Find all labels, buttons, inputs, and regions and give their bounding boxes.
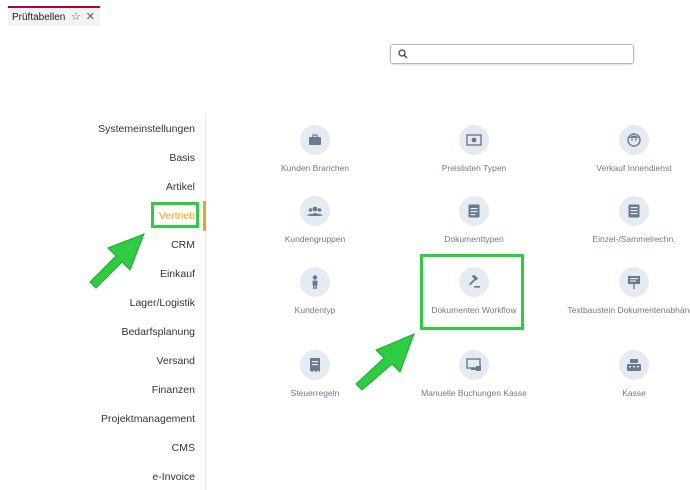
search-input[interactable]: [413, 46, 632, 64]
tile-kasse[interactable]: Kasse: [559, 350, 690, 399]
tile-dokumenttypen[interactable]: Dokumenttypen: [399, 196, 549, 245]
sidebar-item-einkauf[interactable]: Einkauf: [160, 264, 195, 284]
cash-register-icon: [619, 350, 649, 380]
sidebar-item-cms[interactable]: CMS: [172, 438, 195, 458]
tile-label: Manuelle Buchungen Kasse: [421, 388, 527, 398]
sidebar-item-lager-logistik[interactable]: Lager/Logistik: [130, 293, 195, 313]
arrow-annotation-icon: [355, 333, 415, 391]
tile-kundentyp[interactable]: Kundentyp: [240, 267, 390, 316]
face-icon: [619, 125, 649, 155]
highlight-box-vertrieb: [151, 202, 199, 228]
tile-label: Einzel-/Sammelrechn.: [592, 234, 676, 244]
person-icon: [300, 267, 330, 297]
tile-kundengruppen[interactable]: Kundengruppen: [240, 196, 390, 245]
tab-pruftabellen[interactable]: Prüftabellen ☆ ✕: [8, 6, 100, 26]
sidebar-item-projektmanagement[interactable]: Projektmanagement: [101, 409, 195, 429]
tile-verkauf-innendienst[interactable]: Verkauf Innendienst: [559, 125, 690, 174]
tile-kunden-branchen[interactable]: Kunden Branchen: [240, 125, 390, 174]
group-icon: [300, 196, 330, 226]
monitor-lock-icon: [459, 350, 489, 380]
tile-manuelle-buchungen-kasse[interactable]: Manuelle Buchungen Kasse: [399, 350, 549, 399]
tab-title: Prüftabellen: [12, 11, 66, 23]
sidebar-divider: [205, 114, 206, 490]
search-box[interactable]: [390, 44, 634, 64]
tile-label: Textbaustein Dokumentenabhängig: [567, 305, 690, 315]
sidebar-item-finanzen[interactable]: Finanzen: [152, 380, 195, 400]
sidebar-item-systemeinstellungen[interactable]: Systemeinstellungen: [98, 119, 195, 139]
sidebar-item-basis[interactable]: Basis: [169, 148, 195, 168]
sidebar-item-artikel[interactable]: Artikel: [166, 177, 195, 197]
close-icon[interactable]: ✕: [86, 11, 95, 23]
briefcase-icon: [300, 125, 330, 155]
tile-label: Dokumenttypen: [444, 234, 504, 244]
sidebar-item-e-invoice[interactable]: e-Invoice: [152, 467, 195, 487]
sign-icon: [619, 267, 649, 297]
sidebar-item-crm[interactable]: CRM: [171, 235, 195, 255]
document-icon: [459, 196, 489, 226]
sidebar-item-bedarfsplanung[interactable]: Bedarfsplanung: [121, 322, 195, 342]
tile-label: Verkauf Innendienst: [596, 163, 672, 173]
tile-einzel-sammelrechn[interactable]: Einzel-/Sammelrechn.: [559, 196, 690, 245]
receipt-icon: [300, 350, 330, 380]
highlight-box-workflow: [420, 254, 524, 330]
list-document-icon: [619, 196, 649, 226]
tile-label: Kundentyp: [294, 305, 336, 315]
tile-label: Preislisten Typen: [441, 163, 507, 173]
search-icon: [398, 49, 408, 59]
money-icon: [459, 125, 489, 155]
tile-label: Kundengruppen: [284, 234, 346, 244]
star-icon[interactable]: ☆: [71, 11, 81, 23]
sidebar-item-versand[interactable]: Versand: [156, 351, 195, 371]
arrow-annotation-icon: [89, 233, 145, 289]
tile-preislisten-typen[interactable]: Preislisten Typen: [399, 125, 549, 174]
tile-label: Kasse: [622, 388, 646, 398]
tile-label: Kunden Branchen: [280, 163, 350, 173]
active-indicator: [203, 201, 206, 231]
tile-textbaustein[interactable]: Textbaustein Dokumentenabhängig: [559, 267, 690, 316]
